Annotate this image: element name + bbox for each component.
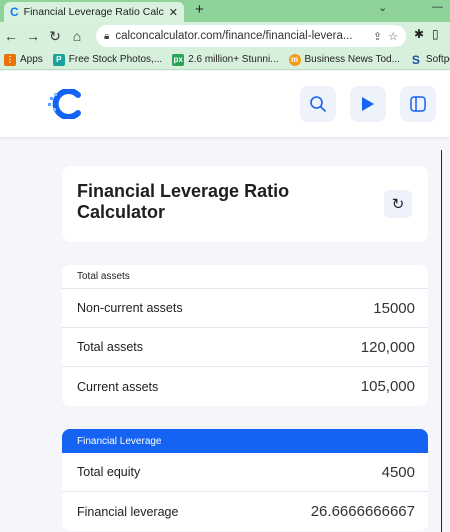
non-current-assets-input[interactable]: 15000 xyxy=(373,300,415,317)
total-equity-input[interactable]: 4500 xyxy=(382,464,415,481)
bookmark-softpedia[interactable]: S Softpedi xyxy=(410,52,450,67)
calculator-title: Financial Leverage Ratio Calculator xyxy=(77,181,290,222)
section-heading: Total assets xyxy=(62,265,428,289)
search-button[interactable] xyxy=(300,86,336,122)
site-favicon-icon: C xyxy=(10,5,19,19)
reset-button[interactable]: ↻ xyxy=(384,190,412,218)
menu-panel-button[interactable] xyxy=(400,86,436,122)
back-icon[interactable]: ← xyxy=(0,28,22,44)
total-assets-input[interactable]: 120,000 xyxy=(361,339,415,356)
bookmark-apps[interactable]: ⋮ Apps xyxy=(4,53,43,66)
sidebar-panel-icon xyxy=(410,96,426,112)
total-assets-row[interactable]: Total assets 120,000 xyxy=(62,328,428,367)
browser-toolbar: ← → ↻ ⌂ 🔒︎ calconcalculator.com/finance/… xyxy=(0,22,450,50)
financial-leverage-row[interactable]: Financial leverage 26.6666666667 xyxy=(62,492,428,531)
row-label: Current assets xyxy=(77,379,159,394)
row-label: Total equity xyxy=(77,465,141,479)
row-label: Non-current assets xyxy=(77,301,183,315)
calcon-logo-icon[interactable] xyxy=(48,89,88,119)
non-current-assets-row[interactable]: Non-current assets 15000 xyxy=(62,289,428,328)
current-assets-row[interactable]: Current assets 105,000 xyxy=(62,367,428,406)
reload-icon[interactable]: ↻ xyxy=(44,28,66,45)
browser-tab-strip: C Financial Leverage Ratio Calculat ✕ + … xyxy=(0,0,450,22)
current-assets-input[interactable]: 105,000 xyxy=(361,378,415,395)
home-icon[interactable]: ⌂ xyxy=(66,28,88,44)
search-icon xyxy=(310,96,326,112)
softpedia-icon: S xyxy=(411,52,420,67)
row-label: Financial leverage xyxy=(77,504,179,519)
bookmark-stunning-photos[interactable]: px 2.6 million+ Stunni... xyxy=(172,53,279,66)
site-header xyxy=(0,71,450,137)
play-store-icon xyxy=(362,97,374,111)
side-panel-icon[interactable]: ▯ xyxy=(432,27,439,41)
px-icon: px xyxy=(172,53,185,66)
tab-title: Financial Leverage Ratio Calculat xyxy=(23,6,164,18)
close-tab-icon[interactable]: ✕ xyxy=(169,6,178,19)
news-icon: m xyxy=(288,53,301,66)
total-equity-row[interactable]: Total equity 4500 xyxy=(62,453,428,492)
pexels-icon: P xyxy=(52,53,65,66)
apps-grid-icon: ⋮ xyxy=(4,53,16,66)
bookmarks-bar: ⋮ Apps P Free Stock Photos,... px 2.6 mi… xyxy=(0,50,450,70)
bookmark-free-stock-photos[interactable]: P Free Stock Photos,... xyxy=(52,53,162,66)
browser-tab[interactable]: C Financial Leverage Ratio Calculat ✕ xyxy=(4,2,184,22)
forward-icon[interactable]: → xyxy=(22,28,44,44)
financial-leverage-section: Financial Leverage Total equity 4500 Fin… xyxy=(62,429,428,531)
minimize-icon[interactable]: — xyxy=(432,1,443,13)
refresh-icon: ↻ xyxy=(391,196,405,213)
bookmark-business-news[interactable]: m Business News Tod... xyxy=(288,53,400,66)
extensions-icon[interactable]: ✱ xyxy=(414,27,424,41)
url-text: calconcalculator.com/finance/financial-l… xyxy=(115,30,353,42)
play-store-button[interactable] xyxy=(350,86,386,122)
lock-icon: 🔒︎ xyxy=(104,30,110,42)
address-bar[interactable]: 🔒︎ calconcalculator.com/finance/financia… xyxy=(96,25,406,47)
new-tab-icon[interactable]: + xyxy=(195,1,204,18)
share-icon[interactable]: ⇪ xyxy=(373,30,382,43)
row-label: Total assets xyxy=(77,340,144,354)
total-assets-section: Total assets Non-current assets 15000 To… xyxy=(62,265,428,406)
content-divider xyxy=(441,150,442,532)
section-heading: Financial Leverage xyxy=(62,429,428,453)
calculator-title-card: Financial Leverage Ratio Calculator ↻ xyxy=(62,166,428,242)
bookmark-star-icon[interactable]: ☆ xyxy=(388,30,398,43)
tab-search-icon[interactable]: ⌄ xyxy=(378,1,387,14)
financial-leverage-result[interactable]: 26.6666666667 xyxy=(311,503,415,520)
